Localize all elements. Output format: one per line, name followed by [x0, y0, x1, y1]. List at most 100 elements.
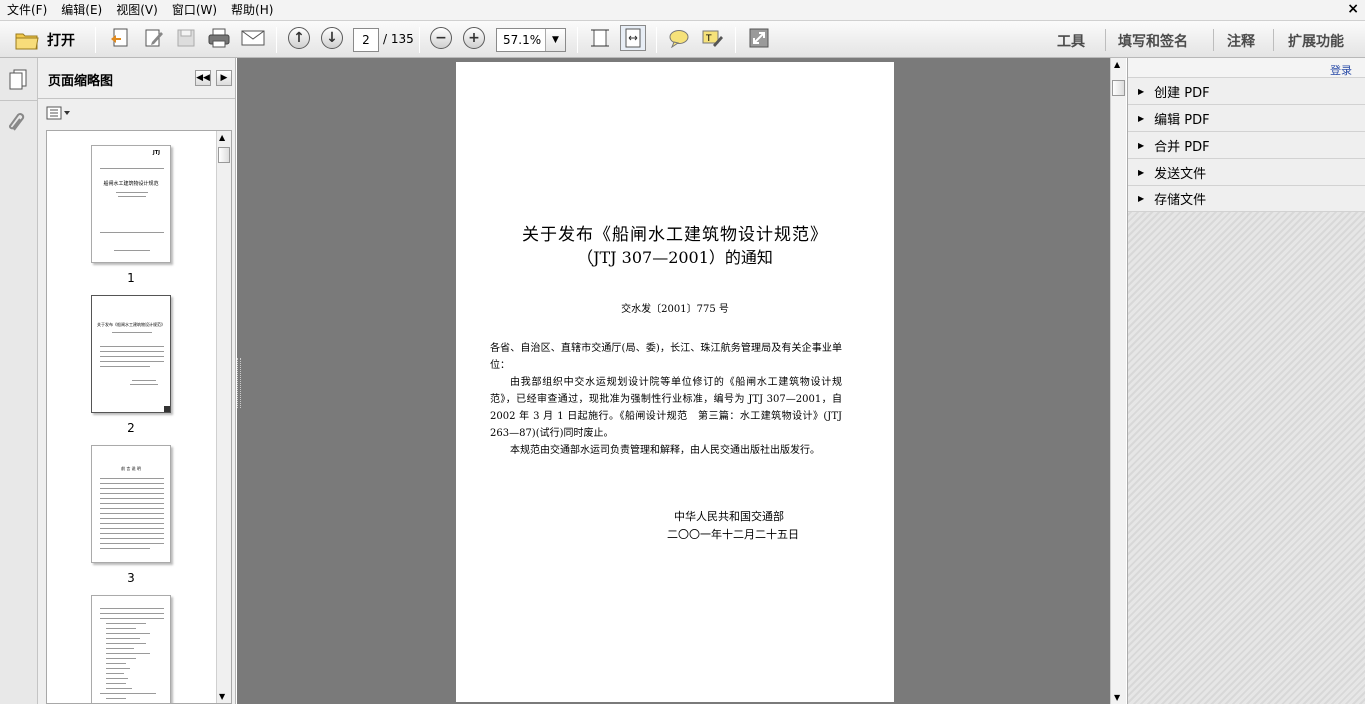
fit-width-button[interactable] [620, 25, 646, 51]
thumbnail-text-line [100, 618, 164, 619]
document-scroll-thumb[interactable] [1112, 80, 1125, 96]
save-button[interactable] [173, 25, 199, 51]
scroll-down-icon[interactable]: ▼ [1114, 693, 1120, 702]
panel-resize-handle[interactable] [237, 358, 241, 408]
chevron-down-icon[interactable]: ▼ [545, 29, 565, 51]
thumbnail-text-line [106, 698, 126, 699]
thumbnail-text-line [100, 346, 164, 347]
fit-width-icon [625, 28, 641, 48]
thumbnail-label: 2 [127, 421, 135, 435]
thumbnail-text-line [100, 498, 164, 499]
expand-icon [749, 28, 769, 48]
document-view[interactable]: 关于发布《船闸水工建筑物设计规范》 （JTJ 307—2001）的通知 交水发〔… [237, 58, 1110, 704]
login-link[interactable]: 登录 [1330, 62, 1352, 78]
arrow-down-icon: ↓ [321, 27, 343, 49]
thumbnail-text-line [100, 608, 164, 609]
open-button[interactable]: 打开 [6, 25, 84, 55]
page-thumbnails-button[interactable] [7, 68, 29, 93]
thumbnail-text-line [100, 523, 164, 524]
highlight-button[interactable]: T [699, 25, 725, 51]
thumbnail-text-line [100, 513, 164, 514]
thumbnail-scroll-thumb[interactable] [218, 147, 230, 163]
create-pdf-button[interactable] [107, 25, 133, 51]
scroll-up-icon[interactable]: ▲ [1114, 60, 1120, 69]
thumbnail-label: 1 [127, 271, 135, 285]
page-thumbnail-1[interactable]: JTJ 船闸水工建筑物设计规范 [91, 145, 171, 263]
fill-sign-link[interactable]: 填写和签名 [1118, 31, 1188, 51]
toolbar-separator [1273, 29, 1274, 51]
full-screen-button[interactable] [746, 25, 772, 51]
toolbar-separator [419, 27, 420, 53]
thumbnail-scrollbar[interactable]: ▲ ▼ [216, 131, 231, 703]
collapse-panel-button[interactable]: ◀◀ [195, 70, 211, 86]
email-button[interactable] [240, 25, 266, 51]
zoom-in-button[interactable]: + [461, 25, 487, 51]
thumbnail-text-line [118, 196, 146, 197]
menu-view[interactable]: 视图(V) [109, 0, 165, 20]
task-create-pdf[interactable]: ▶ 创建 PDF [1128, 77, 1365, 104]
next-panel-button[interactable]: ▶ [216, 70, 232, 86]
menu-edit[interactable]: 编辑(E) [54, 0, 109, 20]
menu-help[interactable]: 帮助(H) [224, 0, 280, 20]
page-thumbnail-4[interactable] [91, 595, 171, 703]
thumbnail-text-line [100, 528, 164, 529]
task-label: 合并 PDF [1154, 139, 1210, 155]
attachments-button[interactable] [8, 110, 28, 137]
scroll-up-icon[interactable]: ▲ [219, 133, 225, 142]
toolbar-separator [577, 27, 578, 53]
navigation-pane-buttons [0, 58, 38, 704]
extended-features-link[interactable]: 扩展功能 [1288, 31, 1344, 51]
page-number-input[interactable]: 2 [353, 28, 379, 52]
document-addressee: 各省、自治区、直辖市交通厅(局、委)，长江、珠江航务管理局及有关企事业单位： [490, 343, 842, 371]
thumbnail-rule [100, 232, 164, 233]
document-scrollbar[interactable]: ▲ ▼ [1110, 58, 1126, 704]
thumbnail-view-marker[interactable] [164, 406, 170, 412]
menu-file[interactable]: 文件(F) [0, 0, 54, 20]
add-comment-button[interactable] [666, 25, 692, 51]
toolbar-separator [95, 27, 96, 53]
task-label: 编辑 PDF [1154, 112, 1210, 128]
triangle-right-icon: ▶ [1138, 194, 1145, 203]
triangle-right-icon: ▶ [1138, 140, 1145, 150]
menu-window[interactable]: 窗口(W) [165, 0, 224, 20]
zoom-select[interactable]: 57.1% ▼ [496, 28, 566, 52]
next-page-button[interactable]: ↓ [319, 25, 345, 51]
zoom-out-button[interactable]: − [428, 25, 454, 51]
thumbnail-text-line [106, 638, 140, 639]
page-thumbnail-3[interactable]: 前 言 说 明 [91, 445, 171, 563]
toolbar-separator [656, 27, 657, 53]
minus-icon: − [430, 27, 452, 49]
tools-link[interactable]: 工具 [1057, 31, 1085, 51]
thumbnail-text-line [106, 653, 150, 654]
thumbnail-list[interactable]: JTJ 船闸水工建筑物设计规范 1 关于发布《船闸水工建筑物设计规范》 2 前 … [46, 130, 232, 704]
thumbnail-text-line [106, 633, 150, 634]
print-button[interactable] [206, 25, 232, 51]
page-thumbnail-2[interactable]: 关于发布《船闸水工建筑物设计规范》 [91, 295, 171, 413]
task-merge-pdf[interactable]: ▶ 合并 PDF [1128, 131, 1365, 158]
edit-document-icon [145, 29, 163, 47]
create-document-icon [111, 28, 128, 47]
task-label: 发送文件 [1154, 166, 1207, 182]
scroll-down-icon[interactable]: ▼ [219, 692, 225, 701]
divider [0, 100, 37, 101]
tasks-pane: 登录 ▶ 创建 PDF ▶ 编辑 PDF ▶ 合并 PDF ▶ 发送文件 ▶ 存储文件 [1127, 58, 1365, 704]
task-store-file[interactable]: ▶ 存储文件 [1128, 185, 1365, 212]
thumbnail-text-line [106, 668, 130, 669]
previous-page-button[interactable]: ↑ [286, 25, 312, 51]
edit-pdf-button[interactable] [141, 25, 167, 51]
task-send-file[interactable]: ▶ 发送文件 [1128, 158, 1365, 185]
folder-icon [15, 33, 39, 50]
thumbnail-options-button[interactable] [46, 106, 72, 122]
task-edit-pdf[interactable]: ▶ 编辑 PDF [1128, 104, 1365, 131]
thumbnail-text-line [100, 351, 164, 352]
thumbnail-text-line [100, 478, 164, 479]
fit-page-button[interactable] [587, 25, 613, 51]
page-total: / 135 [383, 32, 414, 46]
thumbnail-text-line [100, 518, 164, 519]
thumbnail-text-line [100, 613, 164, 614]
comment-link[interactable]: 注释 [1227, 31, 1255, 51]
thumbnail-text-line [100, 543, 164, 544]
paperclip-icon [9, 113, 25, 131]
thumbnail-text-line [116, 192, 148, 193]
close-document-button[interactable]: × [1347, 1, 1359, 17]
